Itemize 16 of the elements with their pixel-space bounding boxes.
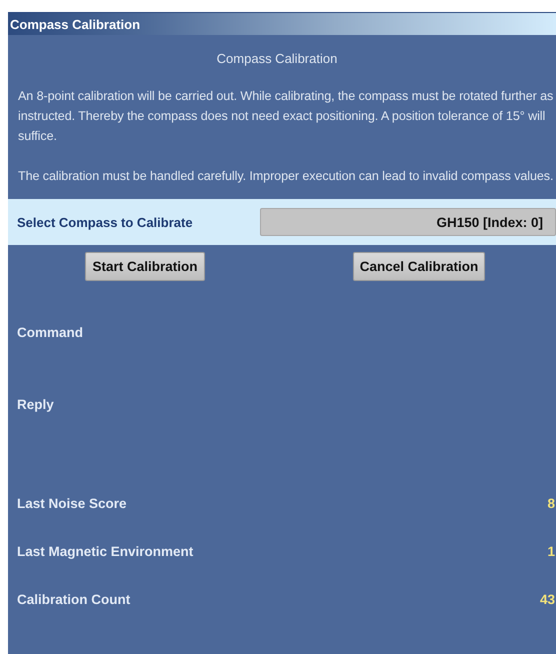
stat-value: 43 [540, 592, 555, 606]
stat-label: Last Noise Score [17, 496, 127, 510]
instruction-text: The calibration must be handled carefully. Improper execution can lead to invalid compass values. [18, 168, 554, 185]
stat-value: 8 [547, 496, 555, 510]
calibration-button[interactable]: Start Calibration [85, 252, 204, 280]
window-title: Compass Calibration [10, 16, 140, 32]
calibration-button[interactable]: Cancel Calibration [352, 252, 486, 280]
compass-select[interactable]: GH150 [Index: 0] [260, 208, 556, 236]
stat-label: Calibration Count [17, 592, 130, 606]
stat-value: 1 [547, 544, 555, 558]
select-label: Select Compass to Calibrate [17, 214, 194, 230]
command-label: Command [17, 324, 84, 340]
stat-label: Last Magnetic Environment [17, 544, 194, 558]
reply-label: Reply [17, 396, 54, 412]
instruction-text: An 8-point calibration will be carried out. While calibrating, the compass must be rotated further as instructed. Thereby the compass does not need exact positioning. A position tolerance of 15° will suffice. [18, 88, 554, 145]
dialog-heading: Compass Calibration [216, 51, 338, 66]
